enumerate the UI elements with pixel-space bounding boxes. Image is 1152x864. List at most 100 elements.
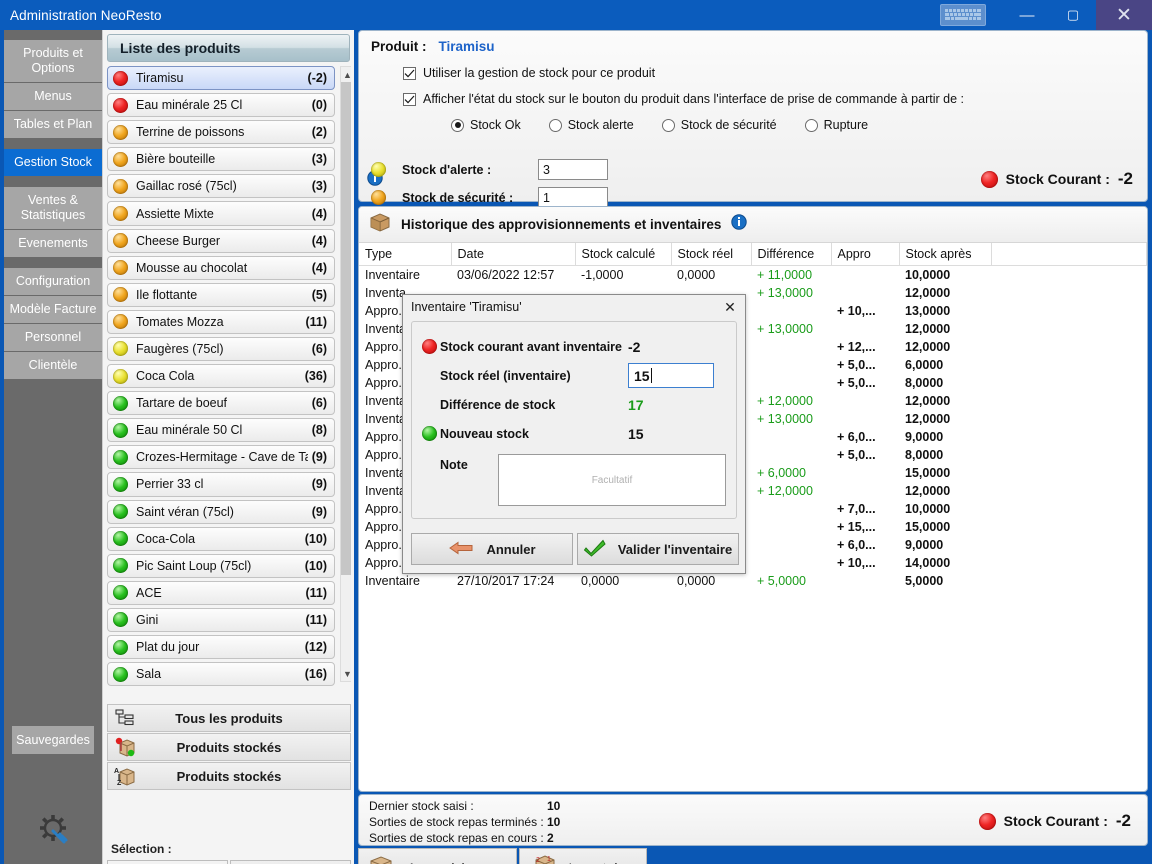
radio-unselected-icon[interactable] [661,118,675,132]
products-list[interactable]: Tiramisu (-2) Eau minérale 25 Cl (0) Terrine… [107,66,351,700]
product-list-item[interactable]: Bière bouteille (3) [107,147,335,172]
close-button[interactable]: ✕ [1096,0,1152,30]
product-list-item[interactable]: Tartare de boeuf (6) [107,391,335,416]
real-stock-input[interactable]: 15 [628,363,714,388]
product-list-item[interactable]: Pic Saint Loup (75cl) (10) [107,553,335,578]
product-list-item[interactable]: Tomates Mozza (11) [107,309,335,334]
history-column-header[interactable]: Stock après [899,243,992,266]
inventory-dialog: Inventaire 'Tiramisu' ✕ Stock courant av… [402,294,746,574]
history-column-header[interactable]: Type [359,243,452,266]
minimize-button[interactable]: — [1004,0,1050,30]
info-icon[interactable] [731,213,748,236]
sidebar-item-menus[interactable]: Menus [4,83,102,111]
products-scrollbar[interactable]: ▲ ▼ [340,66,351,682]
sidebar-item-produits-et-options[interactable]: Produits et Options [4,40,102,83]
sidebar-item-gestion-stock[interactable]: Gestion Stock [4,149,102,177]
red-led-icon [418,339,440,354]
history-cell-spacer [991,392,1147,410]
product-list-item[interactable]: Perrier 33 cl (9) [107,472,335,497]
radio-option-rupture[interactable]: Rupture [804,118,868,132]
sidebar-item-evenements[interactable]: Evenements [4,230,102,258]
product-quantity: (4) [311,233,327,248]
sidebar-item-sauvegardes[interactable]: Sauvegardes [12,726,94,754]
check-icon [583,539,606,560]
product-list-item[interactable]: Faugères (75cl) (6) [107,336,335,362]
green-led-icon [113,666,128,682]
maximize-button[interactable]: ▢ [1050,0,1096,30]
history-cell-spacer [991,320,1147,338]
history-cell-spacer [991,410,1147,428]
radio-unselected-icon[interactable] [548,118,562,132]
filter-stocked-products-button-2[interactable]: A Z Produits stockés [107,762,351,790]
radio-unselected-icon[interactable] [804,118,818,132]
scroll-down-icon[interactable]: ▼ [341,666,351,681]
summary-value: 10 [547,799,561,813]
product-quantity: (8) [311,423,327,438]
product-list-item[interactable]: Mousse au chocolat (4) [107,255,335,280]
safety-stock-input[interactable] [538,187,608,208]
sidebar-item-personnel[interactable]: Personnel [4,324,102,352]
product-list-item[interactable]: Coca Cola (36) [107,364,335,389]
checkbox-checked-icon[interactable] [403,93,416,106]
scrollbar-thumb[interactable] [341,82,351,575]
sidebar-item-tables-et-plan[interactable]: Tables et Plan [4,111,102,139]
box-plus-icon [367,853,397,864]
product-list-item[interactable]: Eau minérale 50 Cl (8) [107,418,335,443]
gear-wrench-icon[interactable] [36,812,74,848]
scroll-up-icon[interactable]: ▲ [341,67,351,82]
sidebar-item-ventes-statistiques[interactable]: Ventes & Statistiques [4,187,102,230]
validate-inventory-button[interactable]: Valider l'inventaire [577,533,739,565]
history-cell-type: Inventaire [365,268,420,282]
alert-stock-input[interactable] [538,159,608,180]
product-list-item[interactable]: ACE (11) [107,580,335,605]
use-stock-management-checkbox-row[interactable]: Utiliser la gestion de stock pour ce pro… [371,66,1135,80]
product-list-item[interactable]: Gaillac rosé (75cl) (3) [107,174,335,199]
history-column-header[interactable]: Appro [831,243,900,266]
note-textarea[interactable]: Facultatif [498,454,726,506]
checkbox-checked-icon[interactable] [403,67,416,80]
history-column-header[interactable]: Date [451,243,576,266]
cancel-button[interactable]: Annuler [411,533,573,565]
history-column-header[interactable]: Stock calculé [575,243,672,266]
approvisionner-button[interactable]: Approvisionner [358,848,518,864]
radio-option-stock-securite[interactable]: Stock de sécurité [661,118,777,132]
validate-label: Valider l'inventaire [617,541,733,557]
product-list-item[interactable]: Crozes-Hermitage - Cave de Ta (9) [107,445,335,470]
product-list-item[interactable]: Assiette Mixte (4) [107,201,335,226]
radio-option-stock-ok[interactable]: Stock Ok [451,118,521,132]
cancel-label: Annuler [486,541,536,557]
product-list-item[interactable]: Gini (11) [107,607,335,632]
history-cell-appro [831,572,899,590]
product-list-item[interactable]: Eau minérale 25 Cl (0) [107,93,335,118]
all-none-button[interactable]: tous / aucun [230,860,351,864]
display-stock-state-checkbox-row[interactable]: Afficher l'état du stock sur le bouton d… [371,92,1135,106]
product-label: Produit : [371,39,427,54]
product-list-item[interactable]: Saint véran (75cl) (9) [107,499,335,524]
radio-option-stock-alerte[interactable]: Stock alerte [548,118,634,132]
product-list-item[interactable]: Plat du jour (12) [107,634,335,660]
sidebar-item-configuration[interactable]: Configuration [4,268,102,296]
product-list-item[interactable]: Ile flottante (5) [107,282,335,307]
filter-all-products-button[interactable]: Tous les produits [107,704,351,732]
sidebar-item-modele-facture[interactable]: Modèle Facture [4,296,102,324]
product-list-item[interactable]: Coca-Cola (10) [107,526,335,551]
keyboard-icon[interactable] [940,4,986,26]
alert-stock-row: Stock d'alerte : [371,159,608,180]
sidebar-item-clientele[interactable]: Clientèle [4,352,102,380]
history-column-header[interactable]: Différence [751,243,832,266]
multiselection-button[interactable]: multisélection [107,860,228,864]
inventaire-button[interactable]: 2 1 4 Inventaire [519,848,647,864]
product-name: Eau minérale 25 Cl [136,98,243,113]
radio-selected-icon[interactable] [451,118,464,132]
filter-stocked-products-button-1[interactable]: Produits stockés [107,733,351,761]
svg-text:2: 2 [536,857,540,864]
close-icon[interactable]: ✕ [715,295,745,319]
history-table-row[interactable]: Inventaire 27/10/2017 17:24 0,0000 0,0000 + … [359,572,1147,590]
product-list-item[interactable]: Tiramisu (-2) [107,66,335,91]
dialog-body: Stock courant avant inventaire -2 Stock … [411,321,737,519]
history-column-header[interactable]: Stock réel [671,243,752,266]
product-list-item[interactable]: Terrine de poissons (2) [107,120,335,145]
product-list-item[interactable]: Sala (16) [107,662,335,687]
product-list-item[interactable]: Cheese Burger (4) [107,228,335,253]
history-table-row[interactable]: Inventaire 03/06/2022 12:57 -1,0000 0,0000 +… [359,266,1147,285]
